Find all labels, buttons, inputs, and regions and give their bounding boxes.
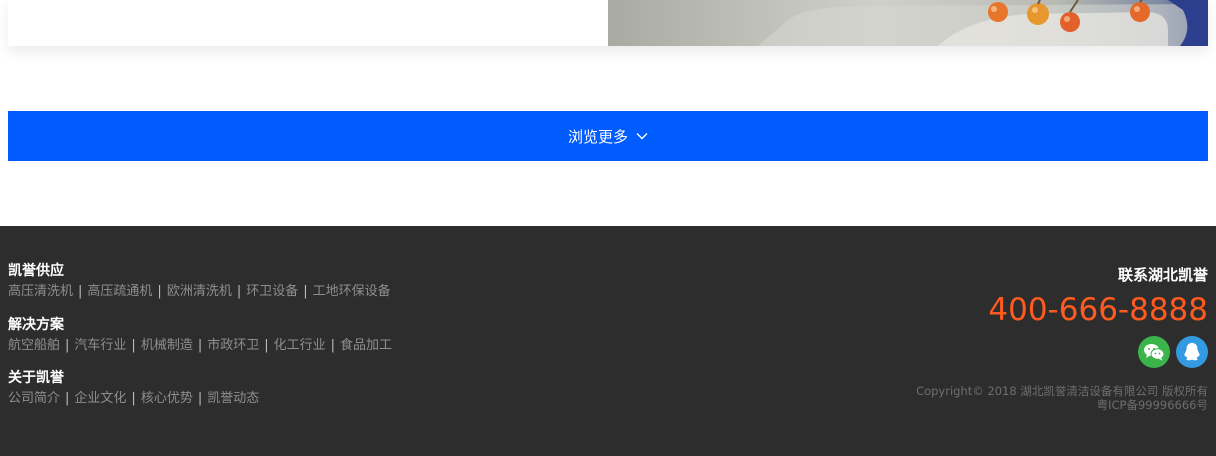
footer-link[interactable]: 食品加工	[340, 338, 392, 353]
browse-more-button[interactable]: 浏览更多	[8, 111, 1208, 161]
footer-link[interactable]: 高压清洗机	[8, 284, 73, 299]
footer: 凯誉供应 高压清洗机 | 高压疏通机 | 欧洲清洗机 | 环卫设备 | 工地环保设备 解决方案 …	[0, 226, 1216, 456]
wechat-icon	[1144, 344, 1165, 361]
footer-links: 公司简介 | 企业文化 | 核心优势 | 凯誉动态	[8, 391, 260, 406]
product-photo	[608, 0, 1208, 46]
footer-link[interactable]: 航空船舶	[8, 338, 60, 353]
qq-button[interactable]	[1176, 336, 1208, 368]
footer-links: 高压清洗机 | 高压疏通机 | 欧洲清洗机 | 环卫设备 | 工地环保设备	[8, 284, 391, 299]
social-links	[1138, 336, 1208, 368]
hotline-phone: 400-666-8888	[988, 292, 1208, 328]
footer-link[interactable]: 工地环保设备	[313, 284, 391, 299]
chevron-down-icon	[636, 132, 648, 140]
footer-link[interactable]: 化工行业	[274, 338, 326, 353]
footer-section-title: 凯誉供应	[8, 263, 64, 279]
footer-link[interactable]: 核心优势	[141, 391, 193, 406]
footer-section-about: 关于凯誉 公司简介 | 企业文化 | 核心优势 | 凯誉动态	[8, 369, 259, 407]
copyright: Copyright© 2018 湖北凯誉清洁设备有限公司 版权所有 粤ICP备9…	[916, 384, 1208, 412]
copyright-text: Copyright© 2018 湖北凯誉清洁设备有限公司 版权所有	[916, 384, 1208, 398]
food-image	[758, 0, 1208, 46]
browse-more-label: 浏览更多	[567, 127, 628, 146]
footer-link[interactable]: 汽车行业	[74, 338, 126, 353]
product-card	[8, 0, 1208, 46]
footer-link[interactable]: 欧洲清洗机	[167, 284, 232, 299]
footer-section-supply: 凯誉供应 高压清洗机 | 高压疏通机 | 欧洲清洗机 | 环卫设备 | 工地环保设备	[8, 262, 391, 300]
wechat-button[interactable]	[1138, 336, 1170, 368]
qq-icon	[1184, 343, 1200, 361]
footer-links: 航空船舶 | 汽车行业 | 机械制造 | 市政环卫 | 化工行业 | 食品加工	[8, 338, 393, 353]
footer-link[interactable]: 凯誉动态	[207, 391, 259, 406]
footer-link[interactable]: 市政环卫	[207, 338, 259, 353]
contact-title: 联系湖北凯誉	[1117, 266, 1208, 284]
footer-link[interactable]: 环卫设备	[246, 284, 298, 299]
footer-link[interactable]: 公司简介	[8, 391, 60, 406]
icp-number: 粤ICP备99996666号	[1096, 398, 1208, 412]
footer-section-solutions: 解决方案 航空船舶 | 汽车行业 | 机械制造 | 市政环卫 | 化工行业 | 食品加工	[8, 316, 392, 354]
footer-section-title: 关于凯誉	[8, 370, 64, 386]
footer-section-title: 解决方案	[8, 317, 64, 333]
footer-link[interactable]: 企业文化	[74, 391, 126, 406]
footer-link[interactable]: 高压疏通机	[87, 284, 152, 299]
footer-link[interactable]: 机械制造	[141, 338, 193, 353]
